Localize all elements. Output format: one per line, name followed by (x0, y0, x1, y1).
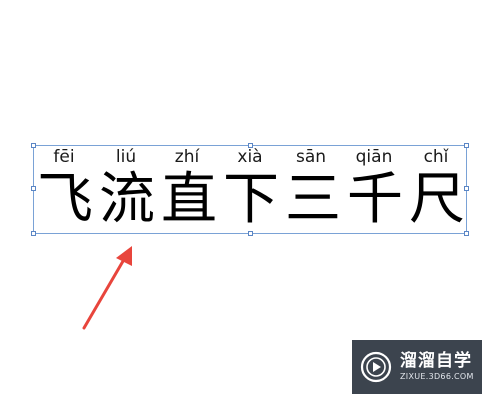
hanzi-5: 千 (347, 167, 403, 232)
pinyin-1: liú (115, 147, 137, 167)
pinyin-row: fēi liú zhí xià sān qiān chǐ (0, 146, 500, 168)
watermark-url: ZIXUE.3D66.COM (400, 372, 474, 381)
pinyin-5: qiān (355, 147, 393, 167)
pinyin-4: sān (295, 147, 327, 167)
hanzi-row: 飞 流 直 下 三 千 尺 (0, 168, 500, 232)
watermark-title: 溜溜自学 (400, 351, 472, 371)
canvas[interactable]: fēi liú zhí xià sān qiān chǐ 飞 流 直 下 三 千… (0, 0, 500, 408)
pinyin-2: zhí (174, 147, 200, 167)
pinyin-6: chǐ (423, 147, 449, 167)
red-arrow-icon (82, 246, 132, 330)
play-icon (360, 351, 392, 383)
pinyin-3: xià (237, 147, 263, 167)
pinyin-0: fēi (53, 147, 75, 167)
hanzi-2: 直 (161, 167, 217, 232)
hanzi-6: 尺 (409, 167, 465, 232)
hanzi-3: 下 (223, 167, 279, 232)
hanzi-4: 三 (285, 167, 341, 232)
watermark-texts: 溜溜自学 ZIXUE.3D66.COM (400, 351, 474, 383)
hanzi-1: 流 (99, 167, 155, 232)
watermark: 溜溜自学 ZIXUE.3D66.COM (352, 340, 482, 394)
hanzi-0: 飞 (37, 167, 93, 232)
